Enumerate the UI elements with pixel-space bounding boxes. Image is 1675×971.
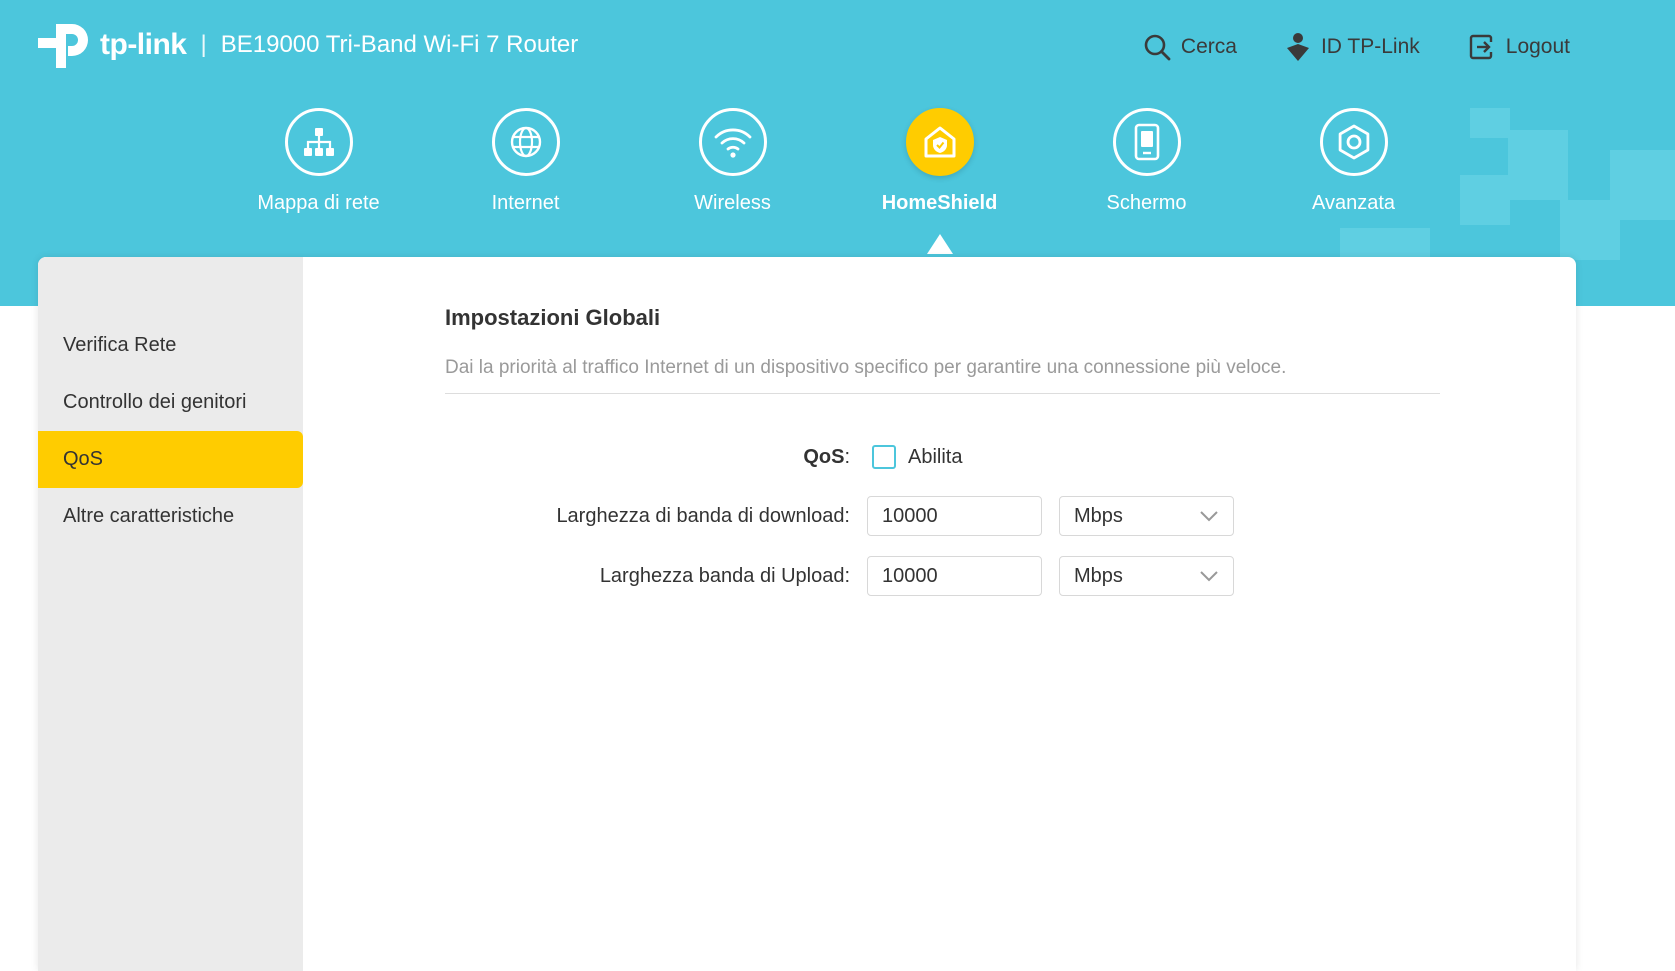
nav-screen[interactable]: Schermo xyxy=(1043,108,1250,215)
tplink-logo-icon xyxy=(38,24,88,68)
download-unit-select[interactable]: Mbps xyxy=(1059,496,1234,536)
screen-icon xyxy=(1112,108,1181,176)
tplink-id-button[interactable]: ID TP-Link xyxy=(1285,32,1420,62)
qos-label-colon: : xyxy=(844,445,850,468)
search-label: Cerca xyxy=(1180,35,1237,58)
nav-label: HomeShield xyxy=(881,192,998,214)
nav-label: Wireless xyxy=(694,192,771,214)
chevron-down-icon xyxy=(1200,571,1218,582)
brand-name: tp-link xyxy=(100,28,187,61)
logout-icon xyxy=(1469,34,1492,60)
qos-settings: Impostazioni Globali Dai la priorità al … xyxy=(445,305,1440,394)
nav-advanced[interactable]: Avanzata xyxy=(1250,108,1457,215)
sidebar-item-parental-controls[interactable]: Controllo dei genitori xyxy=(38,374,303,431)
active-nav-caret xyxy=(926,234,953,254)
header-actions: Cerca ID TP-Link Logout xyxy=(1143,32,1570,62)
nav-network-map[interactable]: Mappa di rete xyxy=(215,108,422,215)
qos-enable-control: Abilita xyxy=(872,445,962,469)
network-map-icon xyxy=(284,108,353,176)
download-label-wrap: Larghezza di banda di download: xyxy=(445,496,850,536)
qos-label: QoS: xyxy=(803,437,850,477)
sidebar-item-network-check[interactable]: Verifica Rete xyxy=(38,317,303,374)
download-unit-value: Mbps xyxy=(1074,504,1123,527)
upload-unit-select[interactable]: Mbps xyxy=(1059,556,1234,596)
upload-label: Larghezza banda di Upload: xyxy=(599,564,850,587)
sidebar: Verifica Rete Controllo dei genitori QoS… xyxy=(38,257,303,971)
main-nav: Mappa di rete Internet Wireless HomeShie… xyxy=(215,108,1457,254)
upload-controls: Mbps xyxy=(867,556,1234,596)
model-name: BE19000 Tri-Band Wi-Fi 7 Router xyxy=(220,31,579,58)
logout-button[interactable]: Logout xyxy=(1468,33,1570,61)
search-button[interactable]: Cerca xyxy=(1143,33,1237,61)
upload-row: Larghezza banda di Upload: Mbps xyxy=(38,556,1438,596)
header-separator: | xyxy=(200,31,207,58)
background-decoration xyxy=(1508,130,1568,200)
download-controls: Mbps xyxy=(867,496,1234,536)
divider xyxy=(445,393,1440,394)
nav-label: Avanzata xyxy=(1311,192,1396,214)
download-label: Larghezza di banda di download: xyxy=(556,504,850,527)
content-panel: Verifica Rete Controllo dei genitori QoS… xyxy=(38,257,1576,971)
nav-label: Schermo xyxy=(1106,192,1187,214)
background-decoration xyxy=(1470,108,1510,138)
nav-homeshield[interactable]: HomeShield xyxy=(836,108,1043,254)
chevron-down-icon xyxy=(1200,511,1218,522)
nav-wireless[interactable]: Wireless xyxy=(629,108,836,215)
tplink-id-label: ID TP-Link xyxy=(1320,35,1420,58)
page-title: Impostazioni Globali xyxy=(445,305,661,330)
qos-label-text: QoS xyxy=(803,445,845,468)
wifi-icon xyxy=(698,108,767,176)
download-row: Larghezza di banda di download: Mbps xyxy=(38,496,1438,536)
search-icon xyxy=(1144,34,1171,61)
nav-label: Mappa di rete xyxy=(257,192,380,214)
page-description: Dai la priorità al traffico Internet di … xyxy=(445,357,1287,378)
upload-bandwidth-input[interactable] xyxy=(867,556,1042,596)
globe-icon xyxy=(491,108,560,176)
tplink-logo[interactable]: tp-link | BE19000 Tri-Band Wi-Fi 7 Route… xyxy=(38,18,578,72)
background-decoration xyxy=(1460,175,1510,225)
qos-enable-label[interactable]: Abilita xyxy=(908,446,962,469)
nav-label: Internet xyxy=(491,192,560,214)
upload-unit-value: Mbps xyxy=(1074,564,1123,587)
upload-label-wrap: Larghezza banda di Upload: xyxy=(445,556,850,596)
gear-icon xyxy=(1319,108,1388,176)
homeshield-icon xyxy=(905,108,974,176)
nav-internet[interactable]: Internet xyxy=(422,108,629,215)
qos-row: QoS: Abilita xyxy=(38,437,1438,477)
background-decoration xyxy=(1610,150,1675,220)
logout-label: Logout xyxy=(1505,35,1570,58)
qos-enable-checkbox[interactable] xyxy=(872,445,896,469)
tplink-id-icon xyxy=(1286,33,1309,61)
download-bandwidth-input[interactable] xyxy=(867,496,1042,536)
qos-label-wrap: QoS: xyxy=(445,437,850,477)
